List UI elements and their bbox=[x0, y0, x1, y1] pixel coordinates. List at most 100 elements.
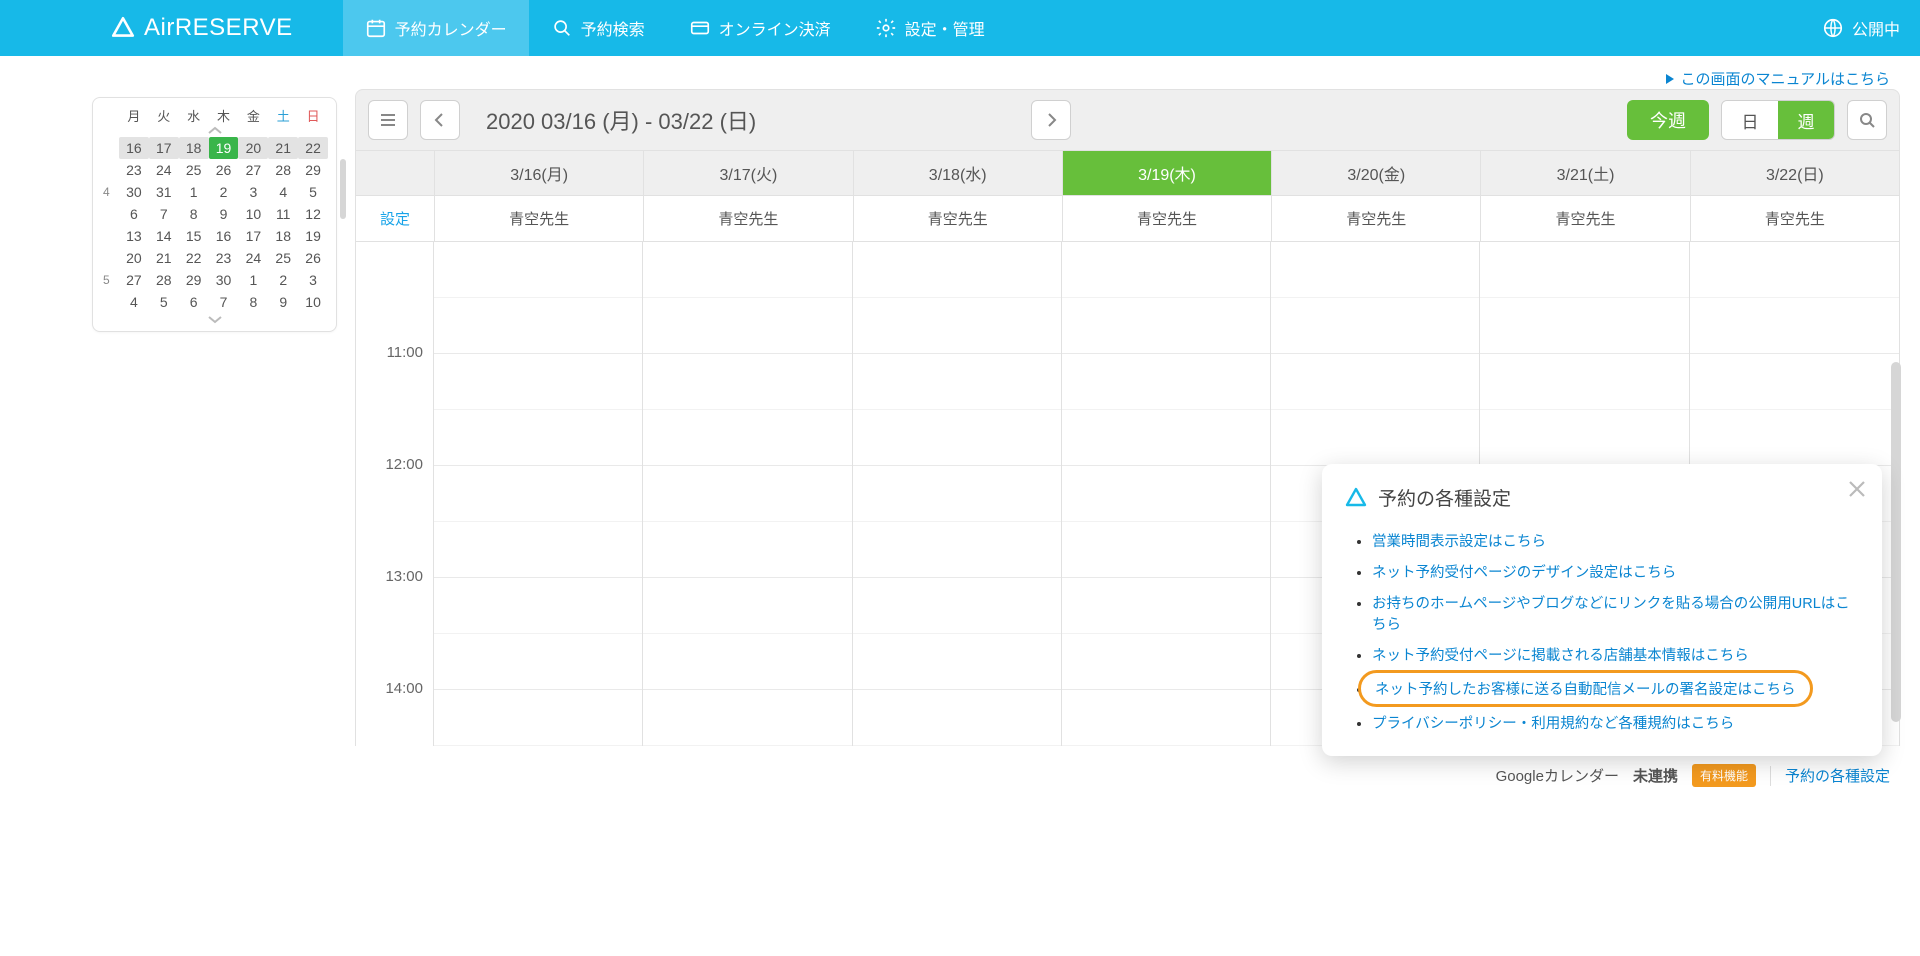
calendar-cell[interactable] bbox=[1480, 354, 1688, 410]
calendar-cell[interactable] bbox=[1480, 298, 1688, 354]
mc-day-cell[interactable]: 13 bbox=[119, 225, 149, 247]
seg-day[interactable]: 日 bbox=[1722, 101, 1778, 139]
calendar-cell[interactable] bbox=[434, 242, 642, 298]
mc-day-cell[interactable]: 2 bbox=[268, 269, 298, 291]
calendar-cell[interactable] bbox=[1480, 410, 1688, 466]
calendar-cell[interactable] bbox=[853, 298, 1061, 354]
calendar-cell[interactable] bbox=[643, 298, 851, 354]
mc-day-cell[interactable]: 5 bbox=[298, 181, 328, 203]
calendar-cell[interactable] bbox=[1062, 242, 1270, 298]
cal-header-day[interactable]: 3/20(金) bbox=[1271, 151, 1480, 195]
calendar-cell[interactable] bbox=[1690, 242, 1899, 298]
mc-day-cell[interactable]: 4 bbox=[268, 181, 298, 203]
calendar-cell[interactable] bbox=[853, 242, 1061, 298]
calendar-cell[interactable] bbox=[643, 354, 851, 410]
mc-day-cell[interactable]: 22 bbox=[298, 137, 328, 159]
mc-day-cell[interactable]: 27 bbox=[238, 159, 268, 181]
mc-day-cell[interactable]: 4 bbox=[119, 291, 149, 313]
mc-day-cell[interactable]: 16 bbox=[209, 225, 239, 247]
calendar-cell[interactable] bbox=[853, 466, 1061, 522]
popup-link[interactable]: お持ちのホームページやブログなどにリンクを貼る場合の公開用URLはこちら bbox=[1372, 596, 1850, 633]
nav-calendar[interactable]: 予約カレンダー bbox=[343, 0, 529, 56]
next-week-button[interactable] bbox=[1031, 100, 1071, 140]
mc-day-cell[interactable]: 17 bbox=[149, 137, 179, 159]
popup-link[interactable]: ネット予約受付ページに掲載される店舗基本情報はこちら bbox=[1372, 648, 1749, 664]
footer-settings-link[interactable]: 予約の各種設定 bbox=[1785, 765, 1890, 786]
mc-day-cell[interactable]: 29 bbox=[179, 269, 209, 291]
calendar-cell[interactable] bbox=[1062, 298, 1270, 354]
mc-day-cell[interactable]: 15 bbox=[179, 225, 209, 247]
calendar-cell[interactable] bbox=[853, 354, 1061, 410]
mc-day-cell[interactable]: 23 bbox=[119, 159, 149, 181]
publish-status[interactable]: 公開中 bbox=[1822, 16, 1900, 40]
mc-day-cell[interactable]: 7 bbox=[149, 203, 179, 225]
mc-day-cell[interactable]: 19 bbox=[298, 225, 328, 247]
mc-prev[interactable] bbox=[101, 125, 328, 137]
calendar-cell[interactable] bbox=[853, 690, 1061, 746]
calendar-cell[interactable] bbox=[1271, 410, 1479, 466]
calendar-cell[interactable] bbox=[1062, 634, 1270, 690]
calendar-cell[interactable] bbox=[1271, 298, 1479, 354]
mc-day-cell[interactable]: 25 bbox=[179, 159, 209, 181]
calendar-cell[interactable] bbox=[643, 466, 851, 522]
calendar-cell[interactable] bbox=[434, 298, 642, 354]
mc-day-cell[interactable]: 25 bbox=[268, 247, 298, 269]
nav-settings[interactable]: 設定・管理 bbox=[853, 0, 1007, 56]
mc-day-cell[interactable]: 16 bbox=[119, 137, 149, 159]
mc-scrollbar[interactable] bbox=[340, 159, 346, 219]
cal-header-day[interactable]: 3/19(木) bbox=[1062, 151, 1271, 195]
mc-day-cell[interactable]: 10 bbox=[298, 291, 328, 313]
mc-day-cell[interactable]: 1 bbox=[238, 269, 268, 291]
calendar-scrollbar[interactable] bbox=[1891, 362, 1901, 722]
calendar-cell[interactable] bbox=[1062, 354, 1270, 410]
mc-day-cell[interactable]: 28 bbox=[268, 159, 298, 181]
mc-day-cell[interactable]: 19 bbox=[209, 137, 239, 159]
mc-day-cell[interactable]: 24 bbox=[238, 247, 268, 269]
calendar-cell[interactable] bbox=[1062, 410, 1270, 466]
calendar-cell[interactable] bbox=[434, 410, 642, 466]
cal-header-day[interactable]: 3/18(水) bbox=[853, 151, 1062, 195]
mc-day-cell[interactable]: 29 bbox=[298, 159, 328, 181]
calendar-cell[interactable] bbox=[853, 410, 1061, 466]
calendar-cell[interactable] bbox=[1062, 466, 1270, 522]
cal-header-day[interactable]: 3/22(日) bbox=[1690, 151, 1899, 195]
calendar-search-button[interactable] bbox=[1847, 100, 1887, 140]
mc-day-cell[interactable]: 27 bbox=[119, 269, 149, 291]
mc-day-cell[interactable]: 8 bbox=[179, 203, 209, 225]
nav-payment[interactable]: オンライン決済 bbox=[667, 0, 853, 56]
popup-close-button[interactable] bbox=[1846, 478, 1868, 503]
mc-day-cell[interactable]: 18 bbox=[179, 137, 209, 159]
mc-day-cell[interactable]: 22 bbox=[179, 247, 209, 269]
mc-day-cell[interactable]: 20 bbox=[238, 137, 268, 159]
calendar-cell[interactable] bbox=[643, 634, 851, 690]
mc-day-cell[interactable]: 6 bbox=[179, 291, 209, 313]
mc-day-cell[interactable]: 7 bbox=[209, 291, 239, 313]
popup-link[interactable]: プライバシーポリシー・利用規約など各種規約はこちら bbox=[1372, 716, 1734, 732]
calendar-cell[interactable] bbox=[643, 578, 851, 634]
prev-week-button[interactable] bbox=[420, 100, 460, 140]
calendar-cell[interactable] bbox=[1690, 354, 1899, 410]
calendar-cell[interactable] bbox=[434, 522, 642, 578]
mc-day-cell[interactable]: 18 bbox=[268, 225, 298, 247]
calendar-cell[interactable] bbox=[1271, 242, 1479, 298]
calendar-cell[interactable] bbox=[853, 578, 1061, 634]
cal-header-day[interactable]: 3/16(月) bbox=[434, 151, 643, 195]
popup-link[interactable]: 営業時間表示設定はこちら bbox=[1372, 534, 1546, 550]
mc-day-cell[interactable]: 3 bbox=[238, 181, 268, 203]
calendar-cell[interactable] bbox=[1062, 522, 1270, 578]
calendar-cell[interactable] bbox=[1690, 298, 1899, 354]
cal-header-day[interactable]: 3/17(火) bbox=[643, 151, 852, 195]
calendar-cell[interactable] bbox=[434, 354, 642, 410]
calendar-cell[interactable] bbox=[643, 522, 851, 578]
mc-day-cell[interactable]: 28 bbox=[149, 269, 179, 291]
calendar-cell[interactable] bbox=[1690, 410, 1899, 466]
calendar-cell[interactable] bbox=[434, 578, 642, 634]
mc-day-cell[interactable]: 1 bbox=[179, 181, 209, 203]
mc-day-cell[interactable]: 21 bbox=[149, 247, 179, 269]
calendar-cell[interactable] bbox=[643, 242, 851, 298]
mc-next[interactable] bbox=[101, 313, 328, 325]
calendar-cell[interactable] bbox=[1480, 242, 1688, 298]
mc-day-cell[interactable]: 26 bbox=[209, 159, 239, 181]
mc-day-cell[interactable]: 9 bbox=[209, 203, 239, 225]
calendar-cell[interactable] bbox=[643, 410, 851, 466]
